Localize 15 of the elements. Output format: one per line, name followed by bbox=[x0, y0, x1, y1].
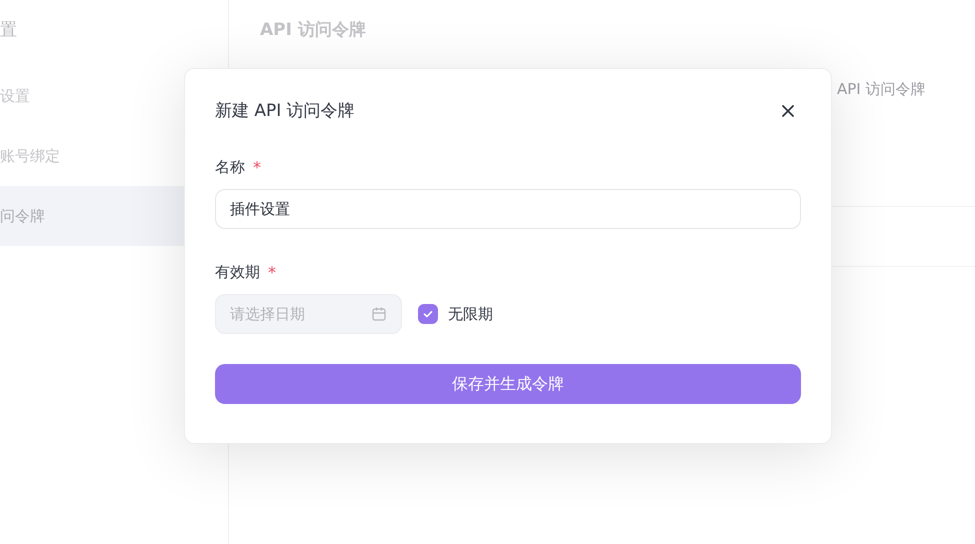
close-icon[interactable] bbox=[781, 104, 795, 118]
sidebar-title: 置 bbox=[0, 19, 18, 42]
required-mark: * bbox=[253, 158, 261, 177]
section-title: API 访问令牌 bbox=[837, 80, 926, 99]
required-mark: * bbox=[268, 263, 276, 282]
dialog-title: 新建 API 访问令牌 bbox=[215, 100, 355, 122]
checkbox[interactable] bbox=[418, 304, 438, 324]
field-label: 名称 bbox=[215, 158, 245, 177]
save-button[interactable]: 保存并生成令牌 bbox=[215, 364, 801, 404]
checkbox-label: 无限期 bbox=[448, 304, 493, 324]
check-icon bbox=[422, 308, 434, 320]
calendar-icon bbox=[371, 306, 387, 322]
field-label: 有效期 bbox=[215, 263, 260, 282]
page-title: API 访问令牌 bbox=[260, 19, 367, 41]
name-input[interactable]: 插件设置 bbox=[215, 189, 801, 229]
